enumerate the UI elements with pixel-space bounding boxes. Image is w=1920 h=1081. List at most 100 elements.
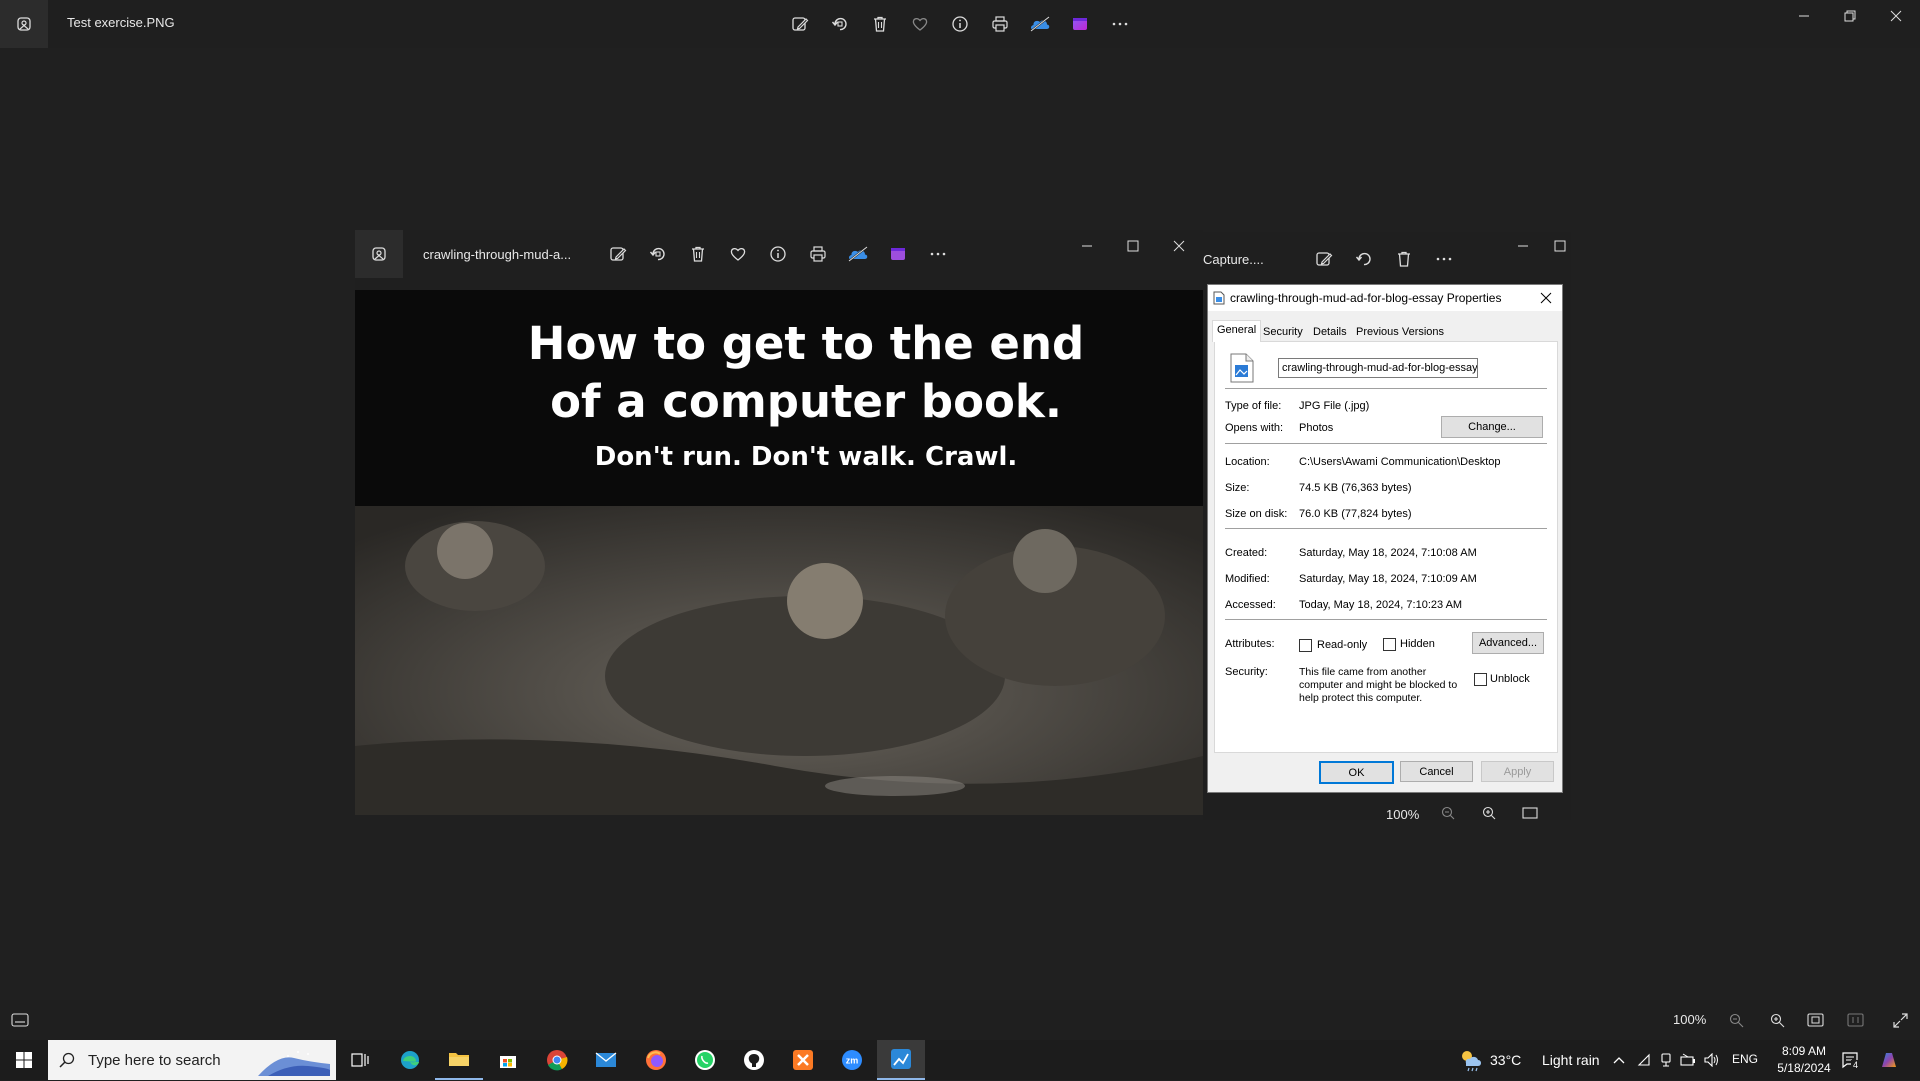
divider	[1225, 619, 1547, 620]
chevron-up-icon[interactable]	[1609, 1050, 1629, 1070]
jpg-file-icon	[1227, 352, 1257, 384]
microsoft-store-icon[interactable]	[484, 1040, 532, 1080]
task-view-icon[interactable]	[336, 1040, 384, 1080]
window-title: crawling-through-mud-a...	[423, 247, 572, 262]
photos-app-icon[interactable]	[0, 0, 48, 48]
info-icon[interactable]	[944, 8, 976, 40]
search-highlight-image	[258, 1044, 330, 1076]
mail-icon[interactable]	[582, 1040, 630, 1080]
delete-icon[interactable]	[1388, 243, 1420, 275]
print-icon[interactable]	[984, 8, 1016, 40]
edge-icon[interactable]	[386, 1040, 434, 1080]
more-icon[interactable]	[922, 238, 954, 270]
photos-app-icon[interactable]	[355, 230, 403, 278]
attributes-label: Attributes:	[1225, 638, 1275, 650]
clock[interactable]: 8:09 AM 5/18/2024	[1764, 1043, 1844, 1077]
filmstrip-icon[interactable]	[8, 1010, 32, 1030]
delete-icon[interactable]	[682, 238, 714, 270]
more-icon[interactable]	[1428, 243, 1460, 275]
language-indicator[interactable]: ENG	[1732, 1052, 1758, 1066]
readonly-checkbox[interactable]	[1299, 639, 1312, 652]
whatsapp-icon[interactable]	[681, 1040, 729, 1080]
maximize-button[interactable]	[1110, 230, 1156, 262]
zoom-level: 100%	[1386, 807, 1420, 822]
maximize-button[interactable]	[1549, 236, 1571, 256]
properties-dialog: crawling-through-mud-ad-for-blog-essay P…	[1207, 284, 1563, 793]
hidden-checkbox[interactable]	[1383, 638, 1396, 651]
info-icon[interactable]	[762, 238, 794, 270]
fit-to-window-icon[interactable]	[1520, 804, 1540, 822]
tab-general[interactable]: General	[1212, 320, 1262, 342]
opens-with-label: Opens with:	[1225, 422, 1284, 434]
window-title: Test exercise.PNG	[67, 15, 175, 30]
start-button[interactable]	[0, 1040, 48, 1080]
chrome-icon[interactable]	[533, 1040, 581, 1080]
created-value: Saturday, May 18, 2024, 7:10:08 AM	[1299, 547, 1477, 559]
change-button[interactable]: Change...	[1441, 416, 1543, 438]
zoom-out-icon[interactable]	[1724, 1008, 1748, 1032]
rotate-icon[interactable]	[824, 8, 856, 40]
image-tagline: Don't run. Don't walk. Crawl.	[594, 442, 1018, 472]
zoom-in-icon[interactable]	[1479, 804, 1499, 822]
close-button[interactable]	[1873, 0, 1919, 32]
actual-size-icon[interactable]	[1843, 1008, 1867, 1032]
search-placeholder: Type here to search	[88, 1052, 221, 1069]
minimize-button[interactable]	[1064, 230, 1110, 262]
size-on-disk-label: Size on disk:	[1225, 508, 1288, 520]
restore-button[interactable]	[1827, 0, 1873, 32]
cancel-button[interactable]: Cancel	[1400, 761, 1473, 782]
weather-rain-icon[interactable]	[1456, 1046, 1486, 1074]
battery-wifi-icon[interactable]	[1678, 1050, 1698, 1070]
favorite-icon[interactable]	[722, 238, 754, 270]
svg-text:zm: zm	[846, 1056, 859, 1066]
displayed-image: How to get to the end of a computer book…	[355, 290, 1203, 815]
edit-image-icon[interactable]	[784, 8, 816, 40]
firefox-icon[interactable]	[632, 1040, 680, 1080]
tab-previous-versions[interactable]: Previous Versions	[1352, 323, 1448, 341]
tab-details[interactable]: Details	[1309, 323, 1351, 341]
meet-now-icon[interactable]	[1656, 1050, 1676, 1070]
rotate-icon[interactable]	[642, 238, 674, 270]
volume-icon[interactable]	[1702, 1050, 1722, 1070]
filename-input[interactable]: crawling-through-mud-ad-for-blog-essay	[1278, 358, 1478, 378]
delete-icon[interactable]	[864, 8, 896, 40]
notifications-icon[interactable]: 4	[1838, 1048, 1862, 1072]
fit-to-window-icon[interactable]	[1803, 1008, 1827, 1032]
onedrive-icon[interactable]	[842, 238, 874, 270]
ok-button[interactable]: OK	[1319, 761, 1394, 784]
edit-image-icon[interactable]	[602, 238, 634, 270]
taskbar-search[interactable]: Type here to search	[48, 1040, 336, 1080]
zoom-in-icon[interactable]	[1765, 1008, 1789, 1032]
file-explorer-icon[interactable]	[435, 1040, 483, 1080]
edit-image-icon[interactable]	[1308, 243, 1340, 275]
weather-temperature[interactable]: 33°C	[1490, 1052, 1521, 1068]
rotate-icon[interactable]	[1348, 243, 1380, 275]
xampp-icon[interactable]	[779, 1040, 827, 1080]
location-value: C:\Users\Awami Communication\Desktop	[1299, 456, 1501, 468]
tab-security[interactable]: Security	[1259, 323, 1307, 341]
minimize-button[interactable]	[1508, 236, 1538, 256]
zoom-app-icon[interactable]: zm	[828, 1040, 876, 1080]
photos-taskbar-icon[interactable]	[877, 1040, 925, 1080]
network-icon[interactable]	[1634, 1050, 1654, 1070]
advanced-button[interactable]: Advanced...	[1472, 632, 1544, 654]
more-icon[interactable]	[1104, 8, 1136, 40]
dialog-close-button[interactable]	[1534, 287, 1558, 309]
apply-button[interactable]: Apply	[1481, 761, 1554, 782]
github-icon[interactable]	[730, 1040, 778, 1080]
photos-status-bar: 100%	[0, 1000, 1920, 1040]
location-label: Location:	[1225, 456, 1270, 468]
close-button[interactable]	[1156, 230, 1202, 262]
print-icon[interactable]	[802, 238, 834, 270]
zoom-out-icon[interactable]	[1438, 804, 1458, 822]
clipchamp-icon[interactable]	[1064, 8, 1096, 40]
unblock-checkbox[interactable]	[1474, 673, 1487, 686]
fullscreen-icon[interactable]	[1888, 1008, 1912, 1032]
weather-description[interactable]: Light rain	[1542, 1052, 1600, 1068]
onedrive-icon[interactable]	[1024, 8, 1056, 40]
minimize-button[interactable]	[1781, 0, 1827, 32]
clipchamp-icon[interactable]	[882, 238, 914, 270]
divider	[1225, 388, 1547, 389]
favorite-icon[interactable]	[904, 8, 936, 40]
copilot-icon[interactable]	[1874, 1046, 1904, 1074]
